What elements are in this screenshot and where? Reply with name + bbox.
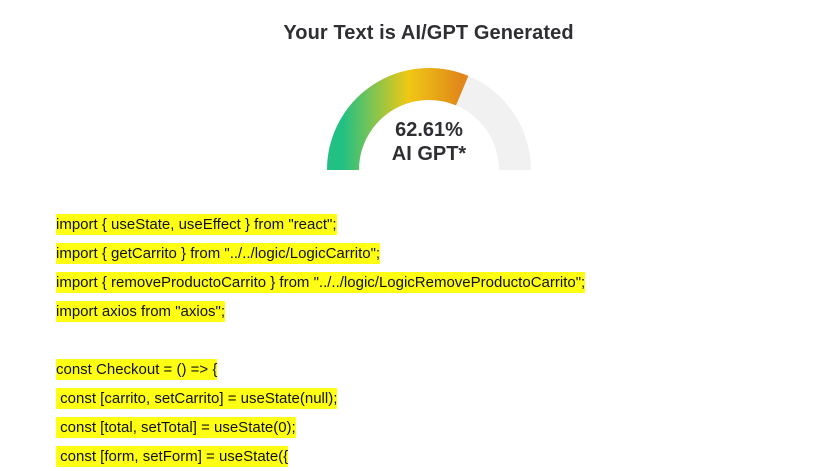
ai-score-percent: 62.61% [395, 119, 463, 141]
code-line: const Checkout = () => { [56, 355, 816, 384]
highlighted-text: const [carrito, setCarrito] = useState(n… [56, 388, 338, 409]
highlighted-text: const Checkout = () => { [56, 359, 218, 380]
ai-score-label: AI GPT* [391, 143, 467, 165]
highlighted-text: const [total, setTotal] = useState(0); [56, 417, 296, 438]
code-line: const [carrito, setCarrito] = useState(n… [56, 384, 816, 413]
highlighted-text: import { getCarrito } from "../../logic/… [56, 243, 381, 264]
highlighted-text: import { useState, useEffect } from "rea… [56, 214, 337, 235]
code-line: const [total, setTotal] = useState(0); [56, 413, 816, 442]
code-line: import { useState, useEffect } from "rea… [56, 210, 816, 239]
code-line: import { removeProductoCarrito } from ".… [56, 268, 816, 297]
highlighted-text: import { removeProductoCarrito } from ".… [56, 272, 586, 293]
result-heading: Your Text is AI/GPT Generated [283, 22, 574, 44]
code-line: import { getCarrito } from "../../logic/… [56, 239, 816, 268]
code-line: import axios from "axios"; [56, 297, 816, 326]
analyzed-code-text: import { useState, useEffect } from "rea… [56, 210, 816, 471]
highlighted-text: import axios from "axios"; [56, 301, 226, 322]
gauge-readout: 62.61% AI GPT* [327, 118, 531, 166]
code-line: const [form, setForm] = useState({ [56, 442, 816, 471]
highlighted-text: const [form, setForm] = useState({ [56, 446, 289, 467]
